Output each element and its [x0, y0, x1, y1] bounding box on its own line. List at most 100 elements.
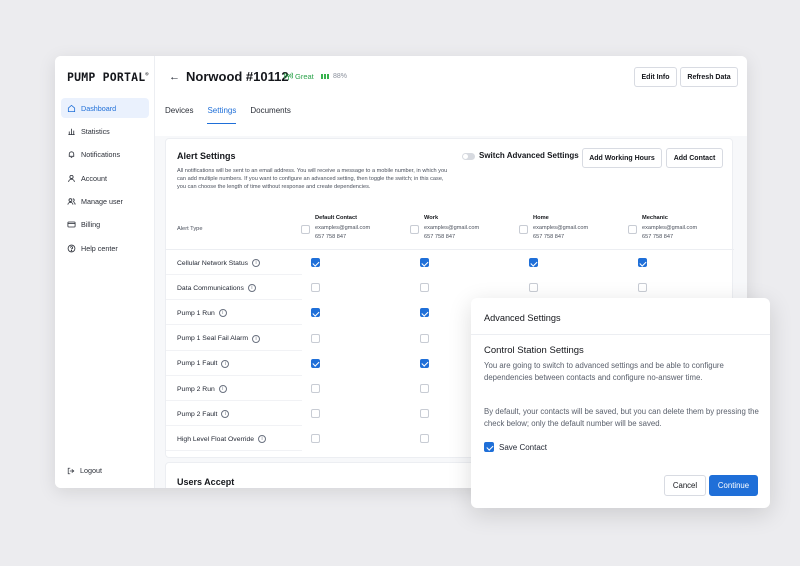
contact-column-default: Default Contact examples@gmail.com 657 7… [301, 215, 370, 242]
contact-select-checkbox[interactable] [410, 225, 419, 234]
sidebar-item-label: Notifications [81, 150, 121, 160]
tab-settings[interactable]: Settings [207, 106, 237, 124]
contact-email: examples@gmail.com [315, 225, 371, 231]
alert-type-text: Pump 1 Run [177, 309, 215, 317]
sidebar-item-label: Account [81, 173, 107, 183]
alert-contact-checkbox[interactable] [420, 409, 429, 419]
alert-contact-checkbox[interactable] [420, 384, 429, 393]
add-contact-button[interactable]: Add Contact [666, 148, 723, 168]
contact-select-checkbox[interactable] [301, 225, 310, 234]
alert-type-text: Pump 2 Fault [177, 410, 218, 418]
info-icon[interactable]: i [252, 259, 261, 267]
sidebar-item-statistics[interactable]: Statistics [61, 121, 149, 141]
credit-card-icon [67, 220, 76, 229]
advanced-settings-toggle[interactable] [462, 153, 475, 160]
alert-contact-checkbox[interactable] [311, 258, 320, 267]
alert-type-label: Data Communications i [177, 284, 256, 293]
checkbox-icon [484, 442, 494, 452]
info-icon[interactable]: i [252, 334, 261, 343]
alert-type-text: Pump 2 Run [177, 385, 215, 393]
alert-contact-checkbox[interactable] [420, 434, 429, 444]
alert-row: Data Communications i [166, 275, 734, 301]
save-contact-checkbox[interactable]: Save Contact [484, 442, 547, 452]
alert-contact-checkbox[interactable] [311, 434, 320, 444]
alert-contact-checkbox[interactable] [638, 283, 647, 293]
alert-contact-checkbox[interactable] [529, 283, 538, 293]
alert-contact-checkbox[interactable] [311, 333, 320, 343]
alert-type-label: Pump 1 Fault i [177, 359, 230, 368]
alert-type-label: Pump 2 Fault i [177, 410, 230, 419]
save-contact-label: Save Contact [499, 442, 548, 452]
contact-email: examples@gmail.com [424, 225, 480, 231]
alert-contact-checkbox[interactable] [311, 283, 320, 293]
page-header: ← Norwood #10112 Great 88% Edit Info Ref… [155, 56, 747, 136]
alert-contact-checkbox[interactable] [420, 308, 429, 318]
logout-button[interactable]: Logout [67, 466, 102, 475]
arrow-left-icon[interactable]: ← [169, 71, 180, 83]
cancel-button[interactable]: Cancel [664, 475, 706, 496]
info-icon[interactable]: i [247, 284, 256, 293]
info-icon[interactable]: i [221, 410, 230, 419]
alert-type-label: High Level Float Override i [177, 435, 267, 444]
signal-icon [284, 72, 293, 81]
bell-icon [67, 150, 76, 159]
alert-contact-checkbox[interactable] [311, 308, 320, 318]
alert-type-header: Alert Type [177, 226, 203, 232]
contact-column-work: Work examples@gmail.com 657 758 847 [410, 215, 479, 242]
sidebar-item-account[interactable]: Account [61, 168, 149, 188]
refresh-data-button[interactable]: Refresh Data [680, 67, 738, 87]
modal-divider [471, 334, 770, 335]
contact-name: Default Contact [315, 215, 358, 221]
alert-contact-checkbox[interactable] [311, 409, 320, 419]
alert-contact-checkbox[interactable] [420, 333, 429, 343]
alert-type-text: Pump 1 Fault [177, 360, 218, 368]
contact-phone: 657 758 847 [533, 233, 565, 240]
alert-row: Cellular Network Status i [166, 250, 734, 275]
sidebar-item-notifications[interactable]: Notifications [61, 145, 149, 165]
alert-settings-title: Alert Settings [177, 151, 236, 161]
alert-contact-checkbox[interactable] [420, 258, 429, 267]
contact-select-checkbox[interactable] [519, 225, 528, 234]
signal-status: Great [284, 72, 314, 81]
sidebar-item-manage-user[interactable]: Manage user [61, 192, 149, 212]
tab-documents[interactable]: Documents [250, 106, 290, 124]
bar-chart-icon [67, 127, 76, 136]
sidebar-item-billing[interactable]: Billing [61, 215, 149, 235]
modal-subtitle: Control Station Settings [484, 345, 584, 356]
info-icon[interactable]: i [218, 385, 227, 393]
modal-paragraph: By default, your contacts will be saved,… [484, 407, 759, 429]
info-icon[interactable]: i [218, 309, 227, 318]
alert-contact-checkbox[interactable] [311, 358, 320, 368]
sidebar-item-help-center[interactable]: Help center [61, 238, 149, 258]
battery-status: 88% [321, 73, 347, 80]
contact-select-checkbox[interactable] [628, 225, 637, 234]
alert-contact-checkbox[interactable] [638, 258, 647, 267]
tab-bar: Devices Settings Documents [165, 106, 305, 124]
advanced-settings-toggle-label: Switch Advanced Settings [479, 151, 579, 160]
info-icon[interactable]: i [221, 359, 230, 368]
add-working-hours-button[interactable]: Add Working Hours [582, 148, 662, 168]
edit-info-button[interactable]: Edit Info [634, 67, 677, 87]
sidebar-item-dashboard[interactable]: Dashboard [61, 98, 149, 118]
alert-contact-checkbox[interactable] [420, 358, 429, 368]
contact-name: Work [424, 215, 439, 221]
alert-contact-checkbox[interactable] [420, 283, 429, 293]
users-icon [67, 197, 76, 206]
home-icon [67, 104, 76, 113]
alert-type-text: High Level Float Override [177, 435, 255, 443]
info-icon[interactable]: i [258, 435, 267, 444]
help-circle-icon [67, 244, 76, 253]
tab-devices[interactable]: Devices [165, 106, 193, 124]
alert-type-text: Data Communications [177, 284, 244, 292]
battery-icon [321, 74, 330, 79]
alert-type-label: Pump 2 Run i [177, 385, 227, 393]
battery-label: 88% [333, 73, 348, 80]
alert-contact-checkbox[interactable] [311, 384, 320, 393]
users-accept-title: Users Accept [177, 477, 235, 487]
sidebar: PUMP PORTAL® Dashboard Statistics Notifi… [55, 56, 155, 488]
alert-type-label: Cellular Network Status i [177, 259, 261, 267]
contact-name: Mechanic [642, 215, 668, 221]
user-icon [67, 174, 76, 183]
continue-button[interactable]: Continue [709, 475, 758, 496]
alert-contact-checkbox[interactable] [529, 258, 538, 267]
